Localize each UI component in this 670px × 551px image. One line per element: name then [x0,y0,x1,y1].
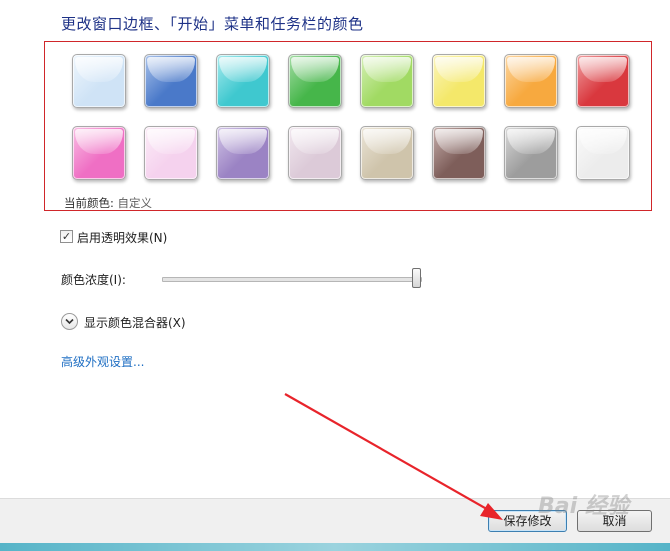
current-color-label: 当前颜色: [64,196,114,210]
current-color-value: 自定义 [117,196,153,210]
transparency-checkbox[interactable]: ✓ [60,230,73,243]
intensity-slider-thumb[interactable] [412,268,421,288]
color-swatch[interactable] [72,126,126,180]
color-swatch[interactable] [360,126,414,180]
chevron-down-icon[interactable] [61,313,78,330]
intensity-slider-track[interactable] [162,277,422,282]
baidu-watermark: Bai 经验 [538,494,629,519]
color-swatch[interactable] [576,54,630,108]
color-swatch[interactable] [504,54,558,108]
color-swatch[interactable] [432,126,486,180]
color-swatch[interactable] [216,54,270,108]
color-swatch[interactable] [144,126,198,180]
page-title: 更改窗口边框、「开始」菜单和任务栏的颜色 [61,15,364,33]
color-swatch[interactable] [288,126,342,180]
taskbar-strip [0,543,670,551]
intensity-label: 颜色浓度(I): [61,273,126,287]
color-swatch[interactable] [216,126,270,180]
color-swatch[interactable] [504,126,558,180]
color-swatch[interactable] [360,54,414,108]
color-swatch[interactable] [288,54,342,108]
color-swatch[interactable] [432,54,486,108]
checkmark-icon: ✓ [61,230,72,243]
color-mixer-label: 显示颜色混合器(X) [84,316,186,330]
color-swatch[interactable] [144,54,198,108]
current-color-row: 当前颜色: 自定义 [64,195,152,211]
advanced-appearance-link[interactable]: 高级外观设置... [61,353,144,370]
color-swatch[interactable] [72,54,126,108]
transparency-label: 启用透明效果(N) [77,231,168,245]
color-swatch-grid [72,54,636,184]
color-swatch[interactable] [576,126,630,180]
